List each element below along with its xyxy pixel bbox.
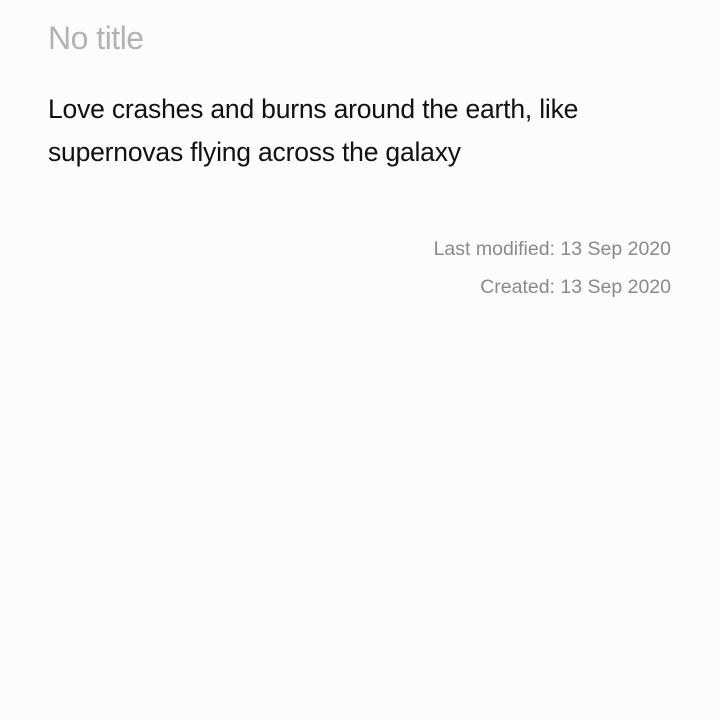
- last-modified-date: Last modified: 13 Sep 2020: [433, 238, 671, 260]
- note-body-text[interactable]: Love crashes and burns around the earth,…: [48, 88, 688, 174]
- note-title-field[interactable]: No title: [48, 20, 144, 57]
- created-date: Created: 13 Sep 2020: [480, 276, 671, 298]
